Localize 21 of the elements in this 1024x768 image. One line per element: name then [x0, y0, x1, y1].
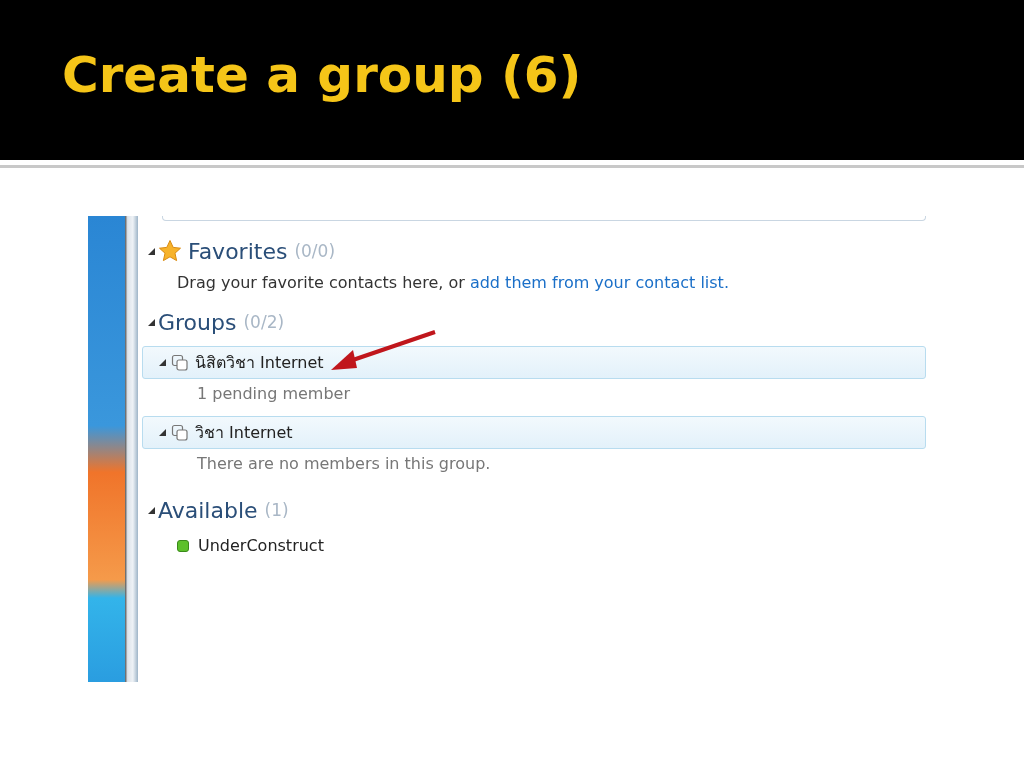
expand-triangle-icon[interactable] — [159, 359, 166, 366]
expand-triangle-icon[interactable] — [148, 318, 155, 326]
contact-name[interactable]: UnderConstruct — [198, 536, 324, 555]
section-title: Favorites — [188, 238, 288, 264]
group-icon — [171, 423, 189, 442]
slide-title: Create a group (6) — [62, 46, 582, 104]
expand-triangle-icon[interactable] — [159, 429, 166, 436]
section-count: (1) — [264, 500, 289, 520]
section-title: Groups — [158, 309, 237, 335]
section-count: (0/2) — [243, 312, 285, 332]
group-row[interactable]: วิชา Internet — [142, 416, 926, 449]
group-detail: There are no members in this group. — [197, 454, 492, 475]
favorites-hint: Drag your favorite contacts here, or add them from your contact list. — [177, 273, 730, 292]
group-row[interactable]: นิสิตวิชา Internet — [142, 346, 926, 379]
group-detail: 1 pending member — [197, 384, 351, 405]
group-icon — [171, 353, 189, 372]
section-title: Available — [158, 497, 258, 523]
section-count: (0/0) — [294, 241, 335, 261]
expand-triangle-icon[interactable] — [148, 506, 155, 514]
add-contacts-link[interactable]: add them from your contact list. — [469, 273, 729, 292]
star-icon — [158, 239, 182, 263]
